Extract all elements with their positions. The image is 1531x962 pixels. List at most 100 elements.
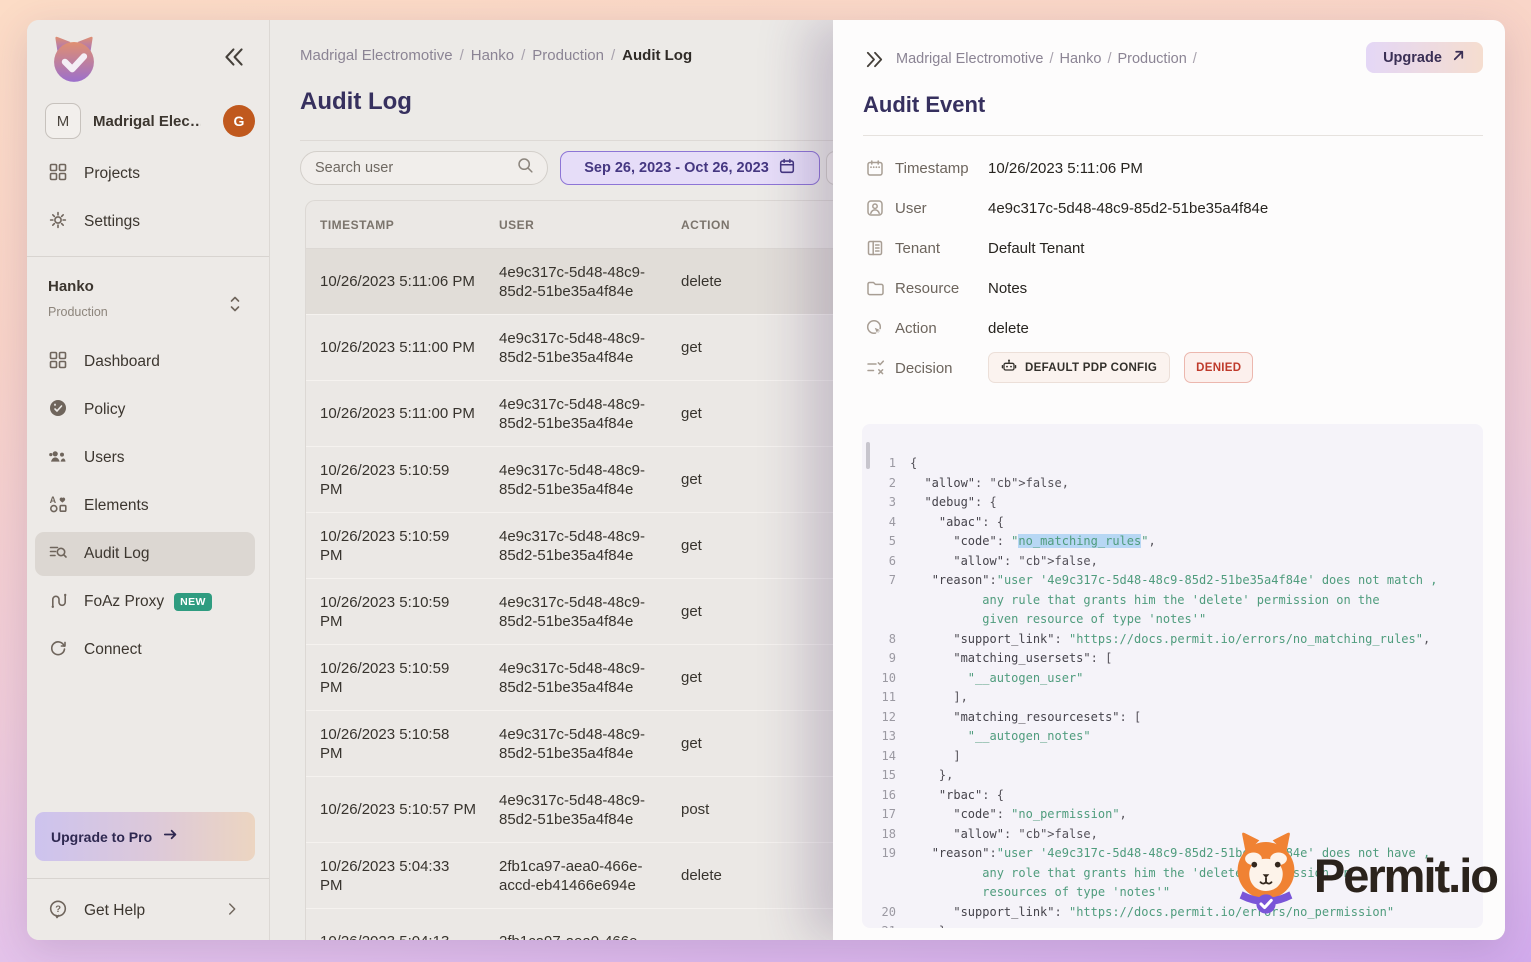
pdp-config-label: DEFAULT PDP CONFIG: [1025, 362, 1157, 374]
table-row[interactable]: 10/26/2023 5:10:58 PM 4e9c317c-5d48-48c9…: [306, 711, 904, 777]
table-row[interactable]: 10/26/2023 5:04:13 2fb1ca97-aea0-466e-: [306, 909, 904, 940]
row-user: 4e9c317c-5d48-48c9- 85d2-51be35a4f84e: [499, 725, 681, 763]
divider: [863, 135, 1483, 136]
row-timestamp: 10/26/2023 5:10:58 PM: [306, 725, 499, 763]
chevron-updown-icon: [226, 294, 244, 319]
gear-icon: [48, 210, 68, 235]
breadcrumb-current: Audit Log: [622, 47, 692, 64]
field-label: Decision: [895, 360, 988, 377]
date-range-picker[interactable]: Sep 26, 2023 - Oct 26, 2023: [560, 151, 820, 185]
row-user: 4e9c317c-5d48-48c9- 85d2-51be35a4f84e: [499, 593, 681, 631]
sidebar: M Madrigal Elec… G Projects Settings Han…: [27, 20, 270, 940]
row-timestamp: 10/26/2023 5:11:06 PM: [306, 272, 499, 291]
code-line: 6 "allow": "cb">false,: [874, 552, 1483, 572]
row-user: 4e9c317c-5d48-48c9- 85d2-51be35a4f84e: [499, 329, 681, 367]
table-body: 10/26/2023 5:11:06 PM 4e9c317c-5d48-48c9…: [306, 249, 904, 940]
arrow-up-right-icon: [1451, 48, 1466, 68]
table-row[interactable]: 10/26/2023 5:10:59 PM 4e9c317c-5d48-48c9…: [306, 513, 904, 579]
breadcrumb-org[interactable]: Madrigal Electromotive: [896, 51, 1043, 67]
sidebar-item-foaz-proxy[interactable]: FoAz Proxy NEW: [35, 580, 255, 624]
denied-badge: DENIED: [1184, 352, 1253, 383]
panel-title: Audit Event: [863, 92, 985, 118]
code-line: 7 "reason":"user '4e9c317c-5d48-48c9-85d…: [874, 571, 1483, 591]
denied-label: DENIED: [1196, 362, 1241, 374]
breadcrumb-project[interactable]: Hanko: [1060, 51, 1102, 67]
code-line: 10 "__autogen_user": [874, 669, 1483, 689]
field-timestamp: Timestamp 10/26/2023 5:11:06 PM: [865, 154, 1143, 182]
robot-icon: [1001, 357, 1017, 378]
breadcrumb: Madrigal Electromotive/Hanko/Production/…: [300, 47, 692, 64]
table-header: TIMESTAMP USER ACTION: [306, 201, 904, 249]
get-help-button[interactable]: ? Get Help: [35, 889, 255, 933]
code-line: 5 "code": "no_matching_rules",: [874, 532, 1483, 552]
date-range-label: Sep 26, 2023 - Oct 26, 2023: [584, 160, 769, 176]
sidebar-item-label: Dashboard: [84, 353, 160, 371]
sidebar-item-dashboard[interactable]: Dashboard: [35, 340, 255, 384]
breadcrumb-environment[interactable]: Production: [1117, 51, 1186, 67]
sidebar-item-connect[interactable]: Connect: [35, 628, 255, 672]
field-label: Timestamp: [895, 160, 988, 177]
search-input[interactable]: [315, 160, 516, 176]
row-timestamp: 10/26/2023 5:10:59 PM: [306, 461, 499, 499]
help-icon: ?: [48, 899, 68, 924]
pdp-config-badge[interactable]: DEFAULT PDP CONFIG: [988, 352, 1170, 383]
row-user: 4e9c317c-5d48-48c9- 85d2-51be35a4f84e: [499, 395, 681, 433]
sidebar-collapse-icon[interactable]: [221, 44, 247, 70]
table-row[interactable]: 10/26/2023 5:10:59 PM 4e9c317c-5d48-48c9…: [306, 645, 904, 711]
code-line: 13 "__autogen_notes": [874, 727, 1483, 747]
field-value: 10/26/2023 5:11:06 PM: [988, 160, 1143, 177]
org-switcher[interactable]: M Madrigal Elec… G: [45, 102, 255, 140]
user-icon: [865, 198, 885, 218]
breadcrumb-org[interactable]: Madrigal Electromotive: [300, 47, 453, 64]
table-row[interactable]: 10/26/2023 5:11:00 PM 4e9c317c-5d48-48c9…: [306, 315, 904, 381]
audit-event-panel: Madrigal Electromotive/Hanko/Production/…: [833, 20, 1505, 940]
field-value: Default Tenant: [988, 240, 1084, 257]
field-resource: Resource Notes: [865, 274, 1027, 302]
code-line: any rule that grants him the 'delete' pe…: [874, 591, 1483, 611]
sidebar-item-elements[interactable]: A Elements: [35, 484, 255, 528]
breadcrumb-environment[interactable]: Production: [532, 47, 604, 64]
avatar[interactable]: G: [223, 105, 255, 137]
row-user: 4e9c317c-5d48-48c9- 85d2-51be35a4f84e: [499, 527, 681, 565]
users-icon: [48, 446, 68, 471]
row-timestamp: 10/26/2023 5:10:59 PM: [306, 659, 499, 697]
row-user: 4e9c317c-5d48-48c9- 85d2-51be35a4f84e: [499, 461, 681, 499]
sidebar-item-settings[interactable]: Settings: [35, 200, 255, 244]
chevron-right-icon: [223, 900, 241, 923]
sidebar-divider: [27, 256, 269, 257]
sidebar-item-users[interactable]: Users: [35, 436, 255, 480]
search-icon: [516, 156, 535, 180]
search-user-field[interactable]: [300, 151, 548, 185]
upgrade-to-pro-button[interactable]: Upgrade to Pro: [35, 812, 255, 861]
sidebar-item-label: Audit Log: [84, 545, 150, 563]
arrow-right-icon: [162, 826, 179, 848]
table-row[interactable]: 10/26/2023 5:11:06 PM 4e9c317c-5d48-48c9…: [306, 249, 904, 315]
table-row[interactable]: 10/26/2023 5:11:00 PM 4e9c317c-5d48-48c9…: [306, 381, 904, 447]
sidebar-item-projects[interactable]: Projects: [35, 152, 255, 196]
table-row[interactable]: 10/26/2023 5:10:59 PM 4e9c317c-5d48-48c9…: [306, 579, 904, 645]
code-line: 16 "rbac": {: [874, 786, 1483, 806]
row-timestamp: 10/26/2023 5:04:13: [306, 932, 499, 940]
field-label: Action: [895, 320, 988, 337]
proxy-route-icon: [48, 590, 68, 615]
shiba-mascot-icon: [1220, 827, 1312, 924]
column-header-user: USER: [499, 218, 681, 232]
breadcrumb-project[interactable]: Hanko: [471, 47, 514, 64]
connect-sync-icon: [48, 638, 68, 663]
sidebar-item-policy[interactable]: Policy: [35, 388, 255, 432]
table-row[interactable]: 10/26/2023 5:04:33 PM 2fb1ca97-aea0-466e…: [306, 843, 904, 909]
sidebar-divider: [27, 878, 269, 879]
table-row[interactable]: 10/26/2023 5:10:59 PM 4e9c317c-5d48-48c9…: [306, 447, 904, 513]
code-line: 14 ]: [874, 747, 1483, 767]
sidebar-item-label: Projects: [84, 165, 140, 183]
panel-expand-icon[interactable]: [863, 48, 887, 72]
column-header-timestamp: TIMESTAMP: [306, 218, 499, 232]
table-row[interactable]: 10/26/2023 5:10:57 PM 4e9c317c-5d48-48c9…: [306, 777, 904, 843]
scrollbar-thumb[interactable]: [866, 442, 870, 469]
action-cursor-icon: [865, 318, 885, 338]
sidebar-item-audit-log[interactable]: Audit Log: [35, 532, 255, 576]
code-line: 9 "matching_usersets": [: [874, 649, 1483, 669]
upgrade-button[interactable]: Upgrade: [1366, 42, 1483, 73]
environment-selector[interactable]: Hanko Production: [48, 278, 248, 319]
dashboard-grid-icon: [48, 350, 68, 375]
